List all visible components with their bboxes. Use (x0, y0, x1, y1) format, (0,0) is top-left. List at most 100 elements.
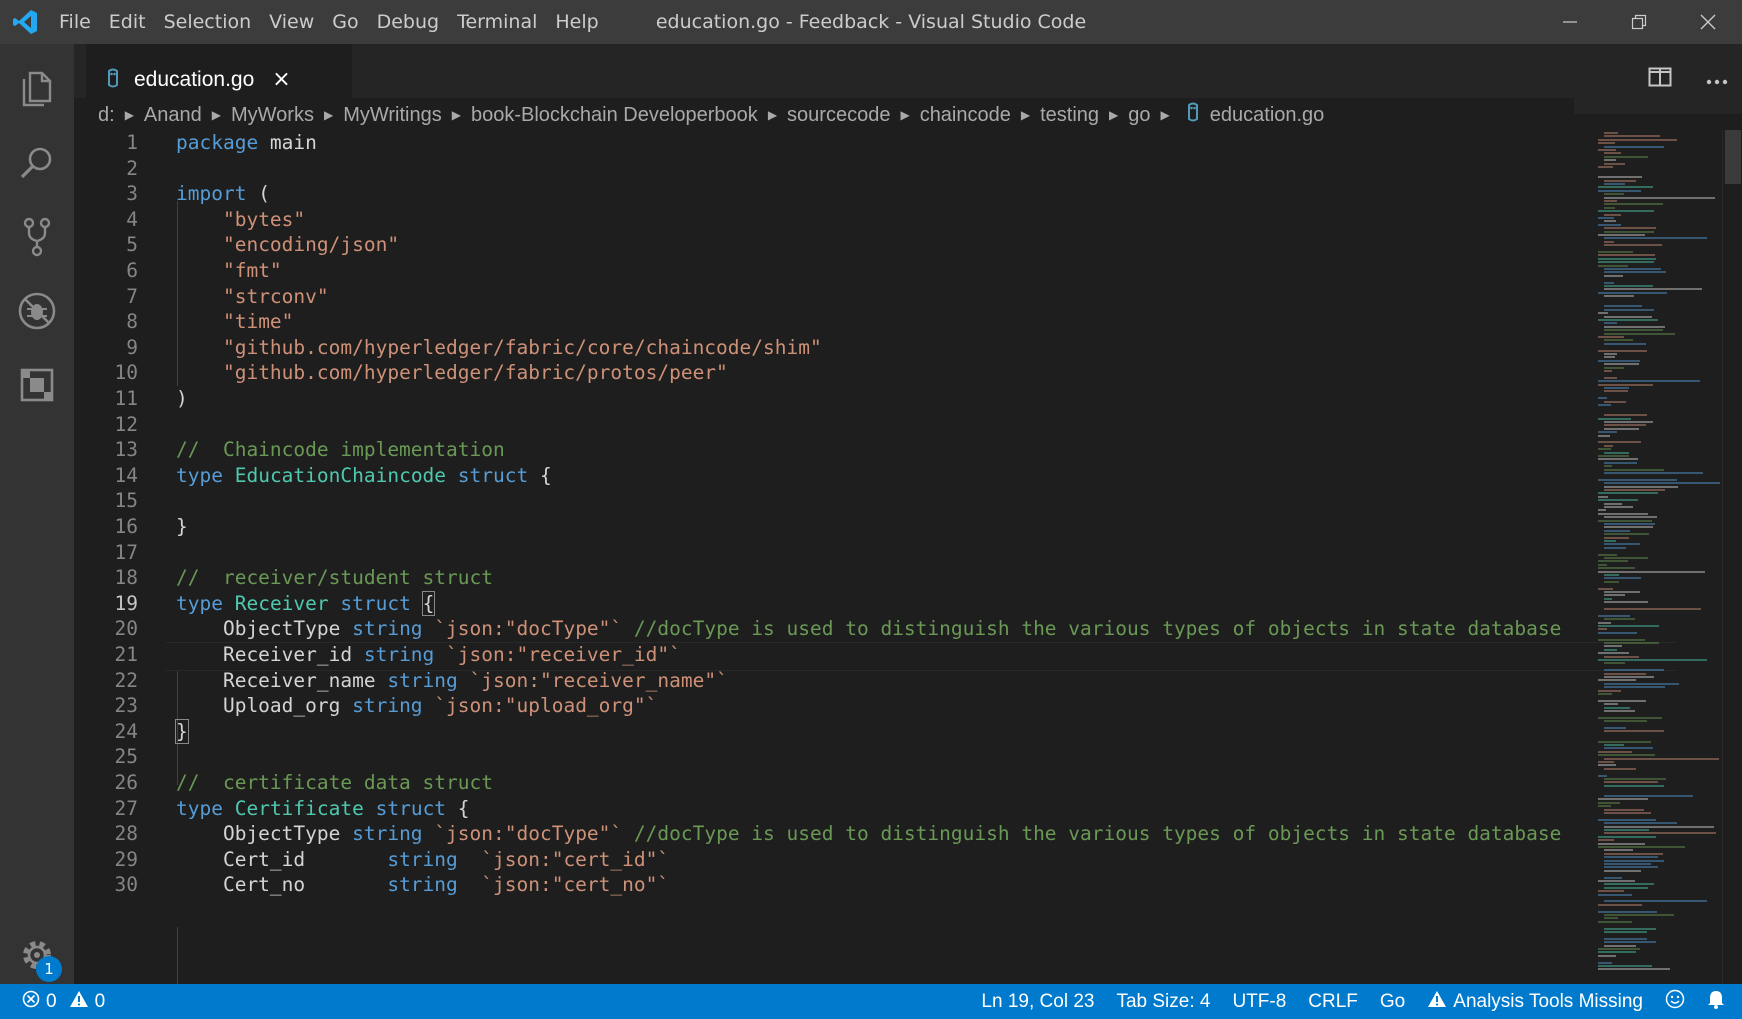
code-line[interactable]: 2 (74, 156, 1594, 182)
breadcrumb-myworks[interactable]: MyWorks (231, 104, 314, 127)
line-code: Receiver_id string `json:"receiver_id"` (176, 642, 681, 668)
code-line[interactable]: 18 // receiver/student struct (74, 565, 1594, 591)
encoding[interactable]: UTF-8 (1221, 991, 1297, 1013)
line-number: 20 (114, 617, 138, 641)
breadcrumb-mywritings[interactable]: MyWritings (343, 104, 442, 127)
close-window-icon[interactable] (1673, 0, 1742, 44)
code-editor[interactable]: 1 package main 2 3 import (4 "bytes" 5 "encod… (74, 130, 1742, 984)
menu-go[interactable]: Go (323, 0, 367, 44)
minimap-line (1604, 240, 1614, 243)
code-line[interactable]: 5 "encoding/json" (74, 232, 1594, 258)
code-token: string (387, 847, 458, 871)
code-token: `json:"cert_no"` (481, 873, 670, 897)
code-line[interactable]: 8 "time" (74, 309, 1594, 335)
code-line[interactable]: 1 package main (74, 130, 1594, 156)
minimap-line (1604, 876, 1623, 879)
code-line[interactable]: 7 "strconv" (74, 284, 1594, 310)
code-token: { (528, 463, 552, 487)
line-code: import ( (176, 181, 270, 207)
code-token: `json:"upload_org"` (434, 694, 658, 718)
code-line[interactable]: 11) (74, 386, 1594, 412)
minimap-line (1604, 342, 1646, 345)
code-line[interactable]: 12 (74, 412, 1594, 438)
breadcrumb-anand[interactable]: Anand (144, 104, 202, 127)
minimap-line (1604, 546, 1626, 549)
scrollbar-thumb[interactable] (1725, 130, 1741, 184)
code-line[interactable]: 27 type Certificate struct { (74, 796, 1594, 822)
menu-debug[interactable]: Debug (368, 0, 448, 44)
code-line[interactable]: 6 "fmt" (74, 258, 1594, 284)
vertical-scrollbar[interactable] (1722, 130, 1742, 984)
code-line[interactable]: 21 Receiver_id string `json:"receiver_id… (74, 642, 1594, 668)
smiley-icon[interactable] (1654, 989, 1696, 1015)
code-line[interactable]: 28 ObjectType string `json:"docType"` //… (74, 821, 1594, 847)
menu-edit[interactable]: Edit (100, 0, 155, 44)
split-editor-icon[interactable] (1648, 67, 1672, 91)
code-line[interactable]: 29 Cert_id string `json:"cert_id"` (74, 847, 1594, 873)
bell-icon[interactable] (1696, 989, 1736, 1015)
code-line[interactable]: 24} (74, 718, 1594, 745)
more-actions-icon[interactable] (1706, 70, 1728, 89)
code-line[interactable]: 16} (74, 514, 1594, 540)
code-line[interactable]: 4 "bytes" (74, 207, 1594, 233)
menu-selection[interactable]: Selection (155, 0, 261, 44)
minimize-icon[interactable] (1535, 0, 1604, 44)
problems-indicator[interactable]: 0 0 (0, 990, 105, 1014)
minimap-line (1604, 295, 1635, 298)
code-token: ObjectType (176, 617, 353, 641)
menu-terminal[interactable]: Terminal (448, 0, 546, 44)
end-of-line[interactable]: CRLF (1297, 991, 1369, 1013)
line-code: type Certificate struct { (176, 796, 470, 822)
restore-icon[interactable] (1604, 0, 1673, 44)
line-number: 15 (114, 489, 138, 513)
breadcrumb-go[interactable]: go (1128, 104, 1150, 127)
code-line[interactable]: 26 // certificate data struct (74, 770, 1594, 796)
minimap-line (1604, 421, 1653, 423)
search-icon[interactable] (0, 126, 74, 200)
breadcrumb-chaincode[interactable]: chaincode (920, 104, 1011, 127)
cursor-position[interactable]: Ln 19, Col 23 (970, 991, 1105, 1013)
code-line[interactable]: 25 (74, 744, 1594, 770)
code-line[interactable]: 23 Upload_org string `json:"upload_org"` (74, 693, 1594, 719)
minimap[interactable] (1598, 130, 1722, 984)
code-line[interactable]: 17 (74, 540, 1594, 566)
breadcrumb-book[interactable]: book-Blockchain Developerbook (471, 104, 758, 127)
breadcrumb-sourcecode[interactable]: sourcecode (787, 104, 890, 127)
minimap-line (1598, 138, 1677, 141)
code-line[interactable]: 9 "github.com/hyperledger/fabric/core/ch… (74, 335, 1594, 361)
menu-help[interactable]: Help (546, 0, 607, 44)
settings-gear-icon[interactable]: 1 (0, 918, 74, 992)
code-line[interactable]: 3 import ( (74, 181, 1594, 207)
code-line[interactable]: 30 Cert_no string `json:"cert_no"` (74, 872, 1594, 898)
debug-icon[interactable] (0, 274, 74, 348)
explorer-icon[interactable] (0, 52, 74, 126)
code-line[interactable]: 19 type Receiver struct { (74, 590, 1594, 617)
code-line[interactable]: 15 (74, 488, 1594, 514)
minimap-line (1598, 968, 1671, 971)
code-line[interactable]: 14 type EducationChaincode struct { (74, 463, 1594, 489)
line-number: 4 (126, 207, 138, 231)
code-line[interactable]: 13 // Chaincode implementation (74, 437, 1594, 463)
close-tab-icon[interactable]: × (272, 67, 290, 92)
menu-view[interactable]: View (260, 0, 323, 44)
extensions-icon[interactable] (0, 348, 74, 422)
code-line[interactable]: 20 ObjectType string `json:"docType"` //… (74, 616, 1594, 642)
minimap-line (1604, 370, 1612, 372)
source-control-icon[interactable] (0, 200, 74, 274)
breadcrumb-file[interactable]: education.go (1210, 104, 1325, 127)
activity-bar: 1 (0, 44, 74, 984)
code-line[interactable]: 22 Receiver_name string `json:"receiver_… (74, 668, 1594, 694)
breadcrumb-testing[interactable]: testing (1040, 104, 1099, 127)
menu-file[interactable]: File (50, 0, 100, 44)
code-token: ) (176, 387, 188, 410)
code-line[interactable]: 10 "github.com/hyperledger/fabric/protos… (74, 360, 1594, 386)
line-code: // certificate data struct (176, 770, 493, 796)
tab-size[interactable]: Tab Size: 4 (1105, 991, 1221, 1013)
minimap-line (1604, 451, 1629, 454)
line-number: 23 (114, 694, 138, 718)
analysis-tools-status[interactable]: Analysis Tools Missing (1416, 990, 1654, 1014)
breadcrumb-drive[interactable]: d: (98, 104, 115, 127)
language-mode[interactable]: Go (1369, 991, 1416, 1013)
